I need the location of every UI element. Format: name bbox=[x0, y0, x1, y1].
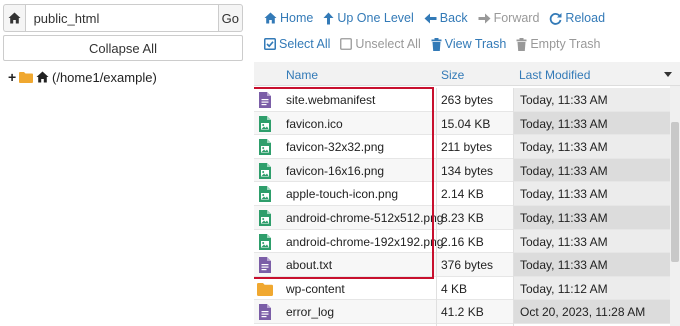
trash-icon bbox=[516, 37, 527, 51]
expand-icon[interactable]: + bbox=[8, 69, 16, 85]
file-last-modified: Today, 11:33 AM bbox=[514, 182, 670, 205]
toolbar-row-selection: Select All Unselect All View Trash Empty… bbox=[254, 33, 601, 55]
reload-button-label: Reload bbox=[565, 11, 606, 25]
home-icon bbox=[8, 12, 21, 24]
scrollbar-thumb[interactable] bbox=[671, 122, 679, 262]
file-last-modified: Today, 11:33 AM bbox=[514, 135, 670, 158]
reload-button[interactable]: Reload bbox=[549, 11, 605, 25]
file-size: 41.2 KB bbox=[441, 305, 484, 320]
file-last-modified: Today, 11:33 AM bbox=[514, 88, 670, 111]
file-size: 2.16 KB bbox=[441, 234, 484, 249]
file-last-modified: Today, 11:33 AM bbox=[514, 205, 670, 229]
forward-button[interactable]: Forward bbox=[478, 11, 540, 25]
file-size: 134 bytes bbox=[441, 163, 494, 178]
column-divider bbox=[436, 88, 437, 326]
file-last-modified: Today, 11:33 AM bbox=[514, 111, 670, 135]
back-button[interactable]: Back bbox=[424, 11, 468, 25]
file-table: Name Size Last Modified site.webmanifest… bbox=[254, 62, 680, 326]
folder-icon bbox=[257, 282, 273, 299]
file-size: 263 bytes bbox=[441, 93, 494, 107]
table-row[interactable]: wp-content 4 KB Today, 11:12 AM bbox=[254, 276, 670, 301]
sort-caret-icon[interactable] bbox=[664, 72, 672, 77]
arrow-up-icon bbox=[323, 12, 334, 24]
back-button-label: Back bbox=[439, 11, 468, 25]
home-icon bbox=[264, 12, 277, 24]
path-home-button[interactable] bbox=[3, 4, 25, 32]
trash-icon bbox=[431, 37, 442, 51]
column-header-name[interactable]: Name bbox=[286, 68, 318, 82]
toolbar-row-navigation: Home Up One Level Back Forward Reload bbox=[254, 7, 605, 29]
file-last-modified: Today, 11:12 AM bbox=[514, 276, 670, 300]
file-last-modified: Today, 11:33 AM bbox=[514, 253, 670, 276]
path-input[interactable] bbox=[24, 4, 219, 32]
unselect-all-label: Unselect All bbox=[355, 37, 421, 51]
column-header-size[interactable]: Size bbox=[441, 68, 464, 82]
file-size: 4 KB bbox=[441, 281, 468, 296]
file-size: 376 bytes bbox=[441, 258, 494, 273]
select-all-button[interactable]: Select All bbox=[264, 37, 330, 51]
view-trash-label: View Trash bbox=[444, 37, 507, 51]
reload-icon bbox=[550, 12, 562, 25]
checkbox-empty-icon bbox=[340, 38, 353, 50]
checkbox-checked-icon bbox=[264, 38, 276, 50]
path-bar: Go bbox=[3, 4, 243, 32]
empty-trash-label: Empty Trash bbox=[530, 37, 601, 51]
file-last-modified: Today, 11:33 AM bbox=[514, 158, 670, 182]
home-button-label: Home bbox=[280, 11, 314, 25]
column-header-last-modified[interactable]: Last Modified bbox=[519, 68, 590, 82]
file-last-modified: Today, 11:33 AM bbox=[514, 229, 670, 253]
file-size: 211 bytes bbox=[441, 140, 493, 155]
column-divider bbox=[513, 88, 514, 326]
text-file-icon bbox=[258, 304, 272, 321]
vertical-scrollbar[interactable] bbox=[670, 86, 680, 326]
left-pane: Go Collapse All + (/home1/example) bbox=[0, 0, 246, 326]
file-size: 8.23 KB bbox=[441, 210, 484, 225]
up-one-level-button[interactable]: Up One Level bbox=[323, 11, 414, 25]
select-all-label: Select All bbox=[279, 37, 331, 51]
file-browser-pane: Home Up One Level Back Forward Reload Se… bbox=[254, 0, 680, 326]
directory-tree-root[interactable]: + (/home1/example) bbox=[8, 69, 157, 85]
forward-button-label: Forward bbox=[493, 11, 540, 25]
file-name[interactable]: error_log bbox=[286, 305, 334, 319]
folder-icon bbox=[19, 71, 33, 83]
file-last-modified: Oct 20, 2023, 11:28 AM bbox=[514, 300, 670, 323]
up-one-level-label: Up One Level bbox=[337, 11, 414, 25]
file-size: 2.14 KB bbox=[441, 187, 484, 202]
home-icon bbox=[36, 71, 49, 83]
highlight-box bbox=[254, 87, 434, 279]
view-trash-button[interactable]: View Trash bbox=[431, 37, 507, 51]
table-header: Name Size Last Modified bbox=[254, 62, 680, 86]
go-button[interactable]: Go bbox=[218, 4, 243, 32]
home-button[interactable]: Home bbox=[264, 11, 313, 25]
table-row[interactable]: error_log 41.2 KB Oct 20, 2023, 11:28 AM bbox=[254, 300, 670, 324]
file-name[interactable]: wp-content bbox=[286, 282, 345, 296]
collapse-all-button[interactable]: Collapse All bbox=[3, 35, 243, 61]
empty-trash-button[interactable]: Empty Trash bbox=[516, 37, 601, 51]
unselect-all-button[interactable]: Unselect All bbox=[340, 37, 421, 51]
arrow-right-icon bbox=[478, 13, 491, 23]
arrow-left-icon bbox=[424, 13, 437, 23]
tree-root-label[interactable]: (/home1/example) bbox=[52, 70, 157, 85]
file-size: 15.04 KB bbox=[441, 116, 491, 131]
